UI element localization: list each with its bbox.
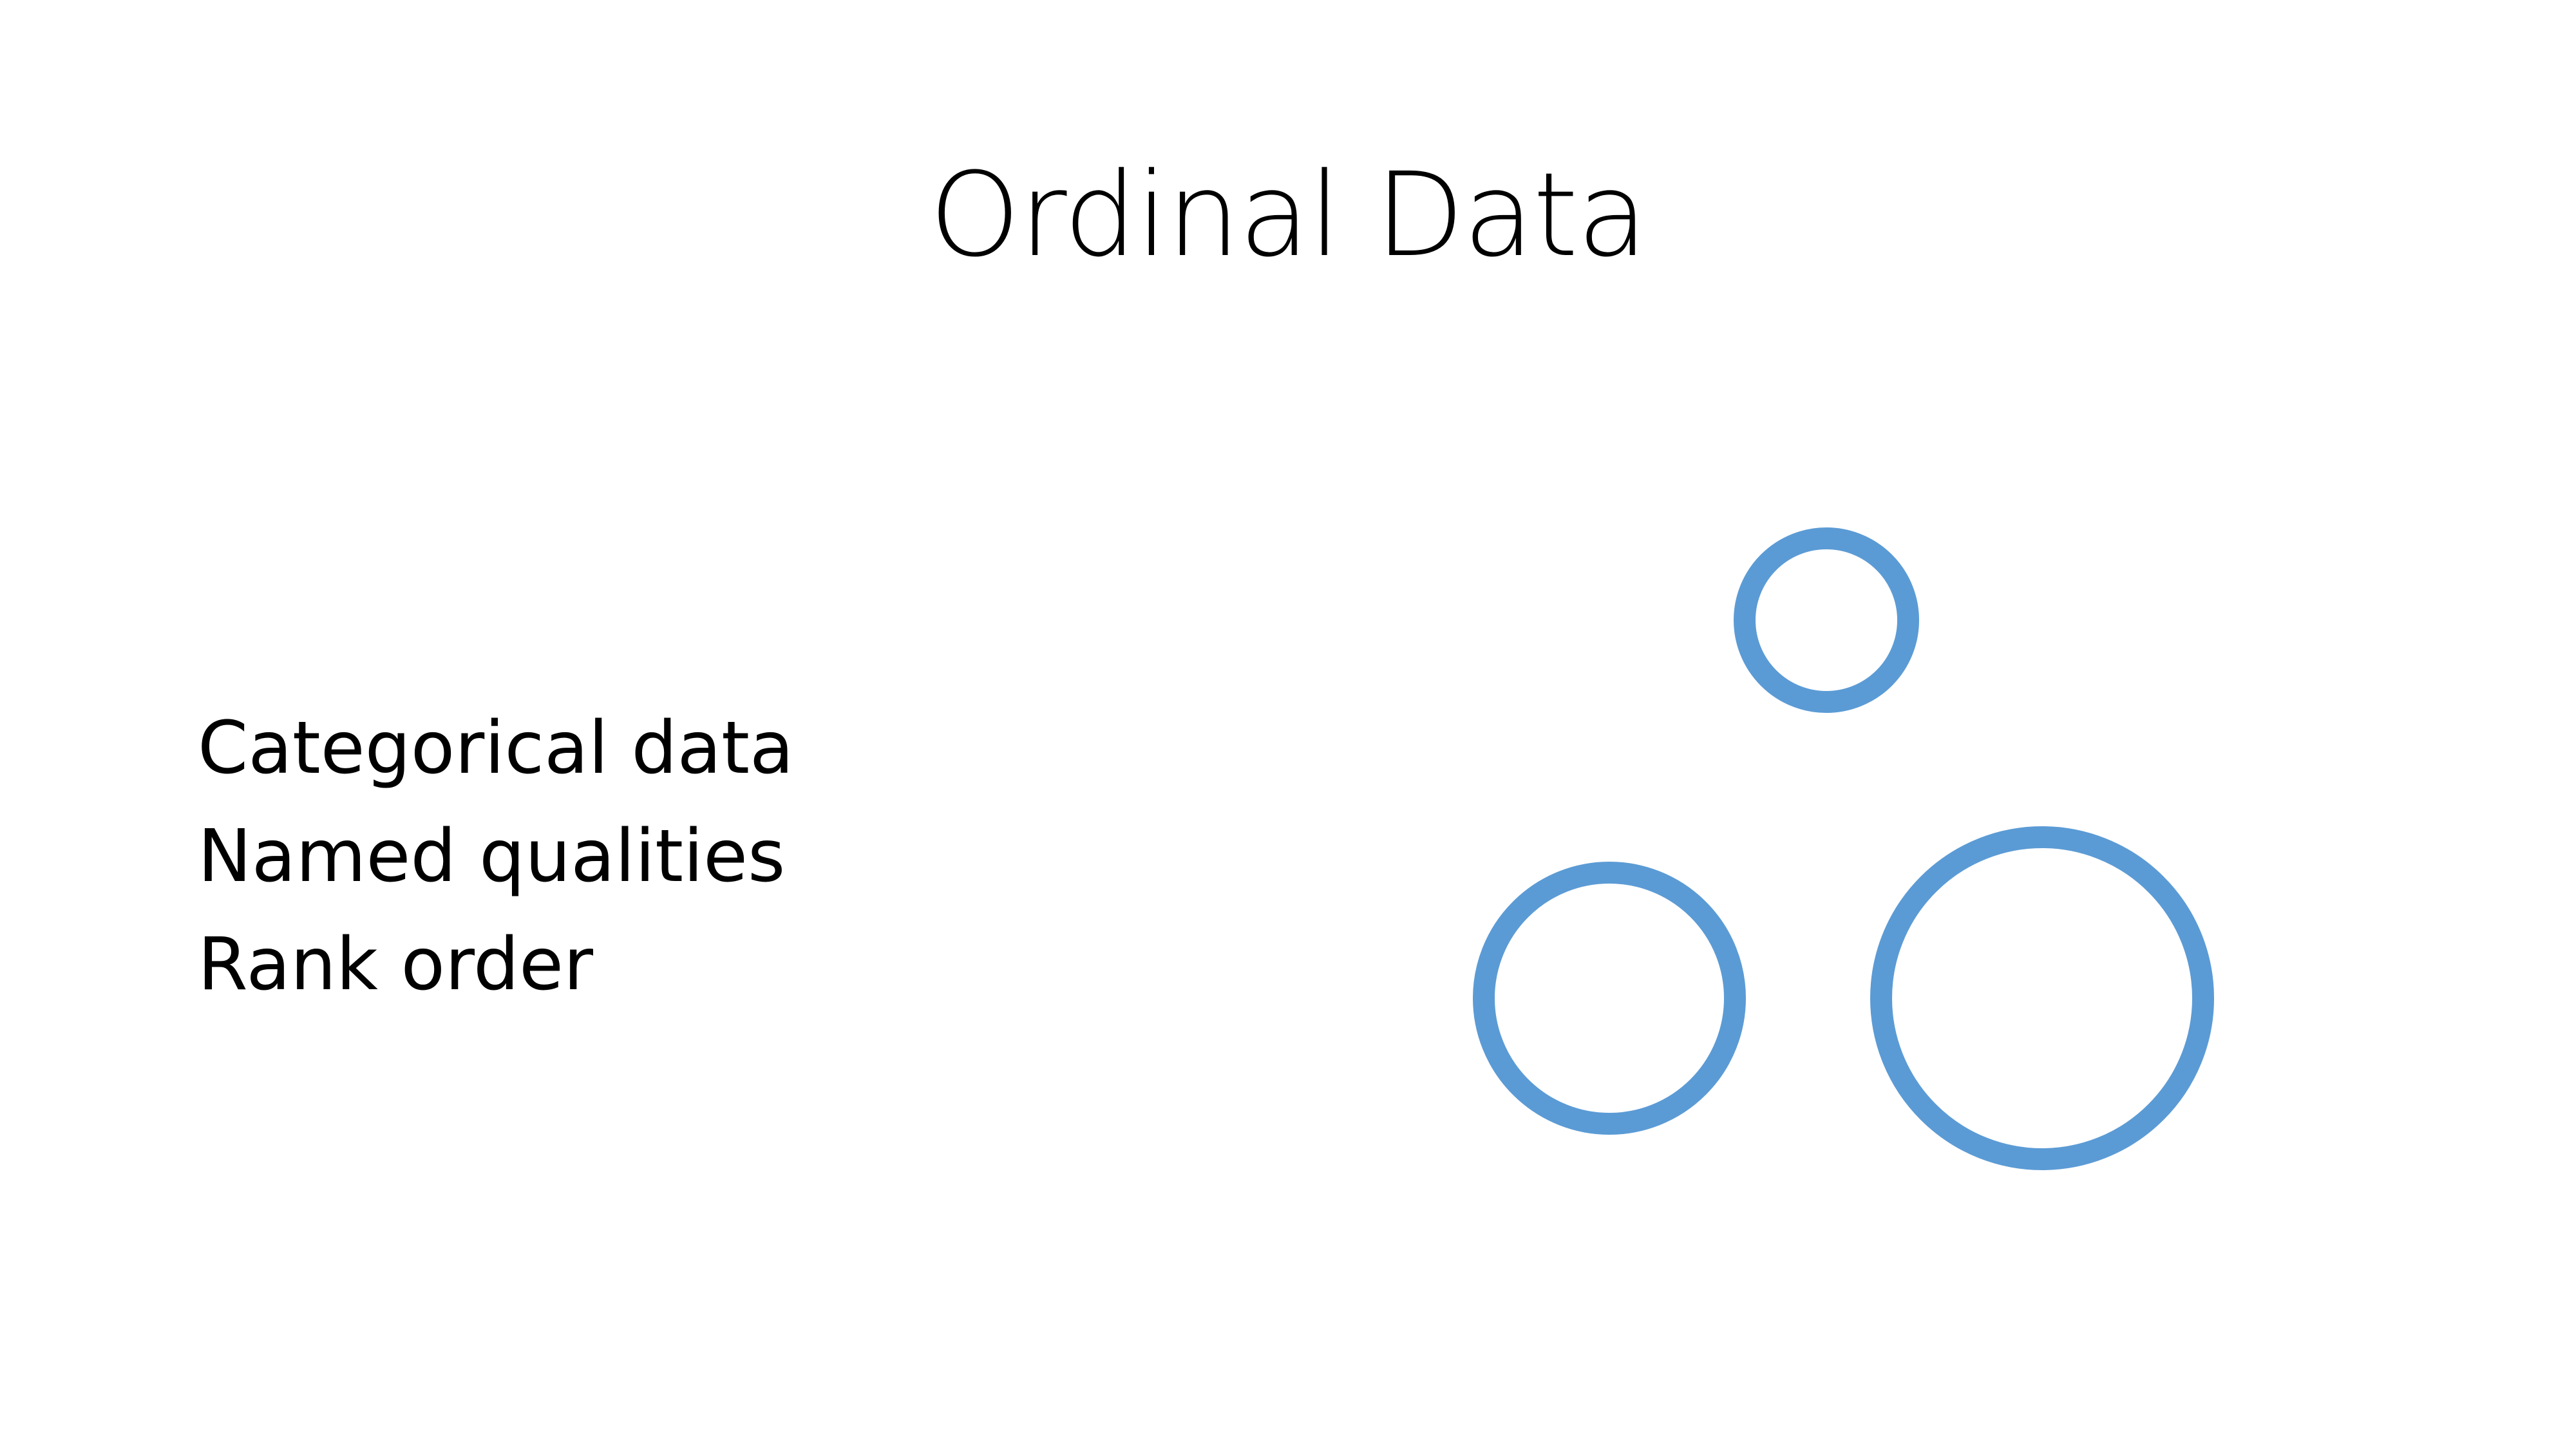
bullet-named-qualities: Named qualities [198, 815, 786, 898]
bullet-list: Categorical data Named qualities Rank or… [198, 694, 794, 1019]
small-circle [1734, 527, 1919, 713]
bullet-rank-order: Rank order [198, 923, 594, 1007]
bullet-categorical-data: Categorical data [198, 706, 794, 790]
large-circle [1870, 826, 2214, 1170]
medium-circle [1473, 862, 1746, 1135]
slide-title: Ordinal Data [929, 148, 1648, 283]
slide: Ordinal Data Categorical data Named qual… [0, 0, 2576, 1449]
